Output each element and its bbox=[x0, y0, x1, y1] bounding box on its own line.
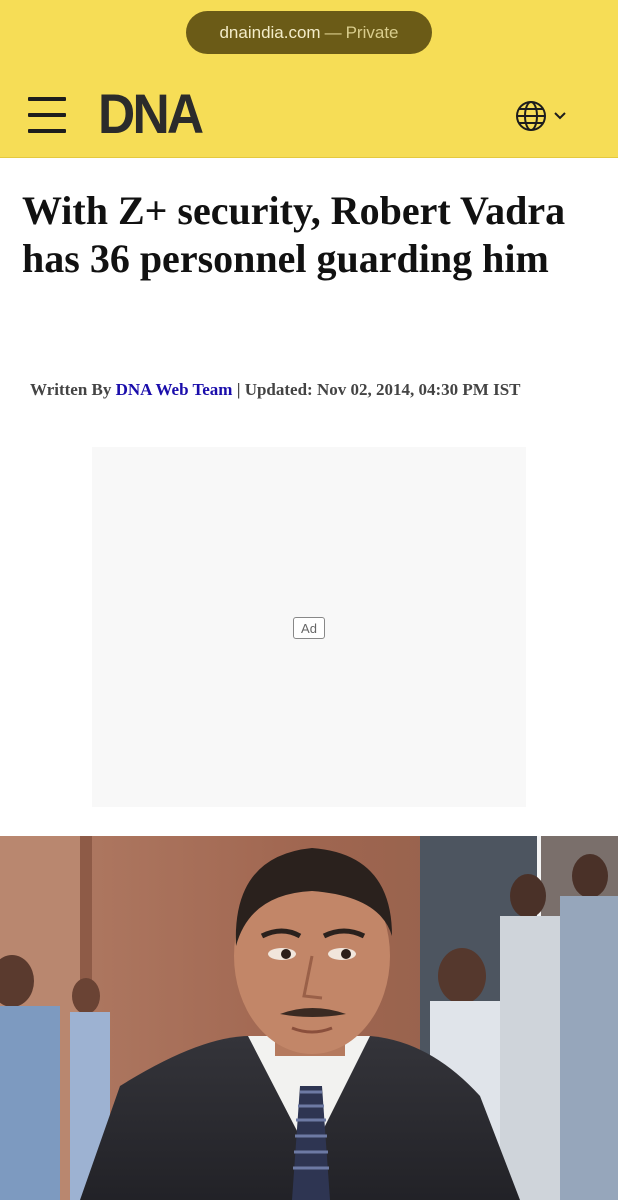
menu-line bbox=[28, 113, 66, 117]
article-photo-illustration bbox=[0, 836, 618, 1200]
address-bar[interactable]: dnaindia.com — Private bbox=[186, 11, 432, 54]
byline-prefix: Written By bbox=[30, 380, 112, 399]
url-domain: dnaindia.com bbox=[219, 22, 321, 42]
ad-slot[interactable]: Ad bbox=[92, 447, 526, 807]
site-logo[interactable]: DNA bbox=[98, 86, 204, 142]
private-mode-label: Private bbox=[345, 22, 399, 42]
updated-date: Nov 02, 2014, 04:30 PM IST bbox=[316, 380, 521, 399]
ad-badge: Ad bbox=[293, 617, 325, 639]
updated-label: Updated: bbox=[244, 380, 313, 399]
site-header: dnaindia.com — Private DNA bbox=[0, 0, 618, 158]
chevron-down-icon bbox=[554, 112, 566, 120]
byline-separator: | bbox=[236, 380, 241, 399]
author-link[interactable]: DNA Web Team bbox=[116, 380, 233, 399]
menu-line bbox=[28, 129, 66, 133]
hamburger-menu-icon[interactable] bbox=[28, 97, 68, 133]
language-selector[interactable] bbox=[515, 98, 575, 134]
menu-line bbox=[28, 97, 66, 101]
article-headline: With Z+ security, Robert Vadra has 36 pe… bbox=[22, 188, 566, 281]
article-photo bbox=[0, 836, 618, 1200]
url-separator: — bbox=[324, 22, 342, 42]
article-byline: Written By DNA Web Team | Updated: Nov 0… bbox=[30, 380, 600, 400]
globe-icon bbox=[516, 101, 546, 131]
